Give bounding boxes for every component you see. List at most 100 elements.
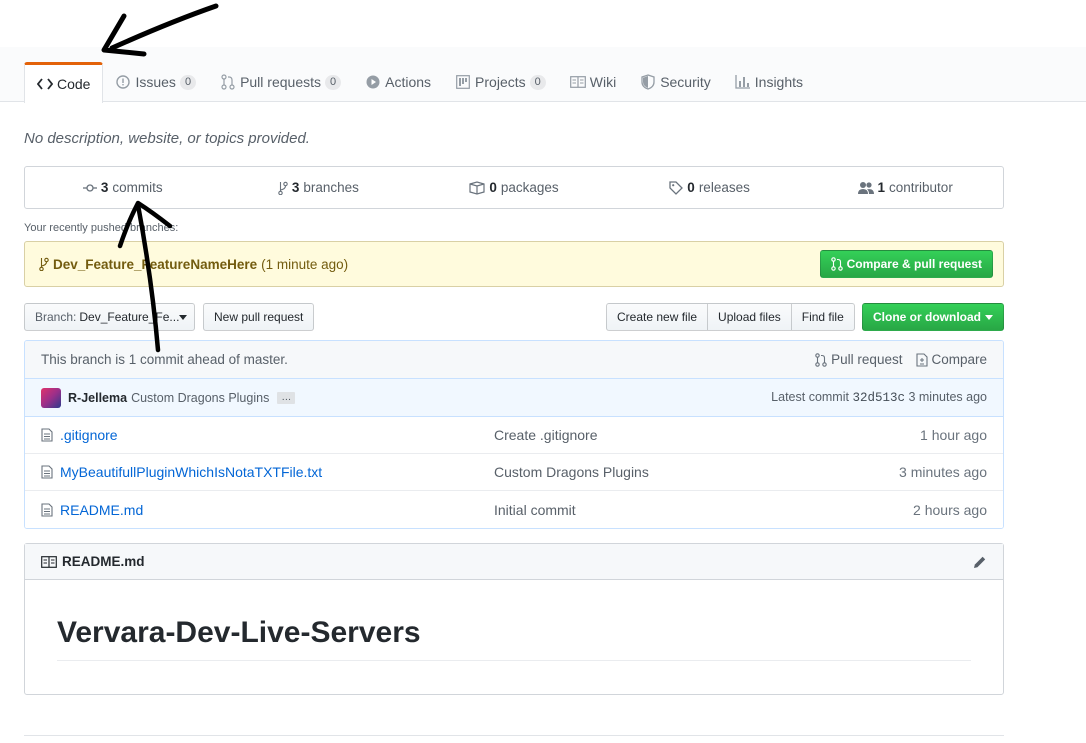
compare-link[interactable]: Compare	[916, 352, 987, 367]
branch-select-prefix: Branch:	[35, 310, 77, 324]
people-icon	[857, 181, 874, 195]
recent-branch-name[interactable]: Dev_Feature_FeatureNameHere	[53, 257, 257, 272]
readme-content: Vervara-Dev-Live-Servers	[25, 580, 1003, 661]
footer-divider	[24, 735, 1004, 736]
tab-label: Insights	[754, 74, 804, 90]
dropdown-caret-icon	[985, 314, 993, 320]
git-branch-icon	[278, 181, 288, 195]
readme-header: README.md	[25, 544, 1003, 580]
file-age: 3 minutes ago	[899, 464, 987, 480]
compare-label: Compare	[931, 352, 987, 367]
book-icon	[41, 555, 57, 568]
releases-count: 0	[687, 180, 695, 195]
releases-link[interactable]: 0 releases	[612, 180, 808, 195]
file-commit-message[interactable]: Custom Dragons Plugins	[494, 464, 649, 480]
branch-select-button[interactable]: Branch: Dev_Feature_Fe...	[24, 303, 195, 331]
create-new-file-button[interactable]: Create new file	[606, 303, 709, 331]
branches-label: branches	[303, 180, 359, 195]
contributors-count: 1	[877, 180, 886, 195]
tab-security[interactable]: Security	[628, 62, 723, 102]
file-navigation: Branch: Dev_Feature_Fe... New pull reque…	[24, 303, 1004, 332]
file-icon	[41, 428, 55, 442]
git-pull-request-icon	[815, 352, 827, 367]
tab-label: Code	[57, 76, 91, 92]
file-age: 2 hours ago	[913, 501, 987, 518]
packages-count: 0	[489, 180, 497, 195]
issue-opened-icon	[115, 74, 131, 90]
find-file-button[interactable]: Find file	[790, 303, 855, 331]
tab-wiki[interactable]: Wiki	[558, 62, 628, 102]
repo-description: No description, website, or topics provi…	[24, 130, 310, 147]
file-name-link[interactable]: README.md	[60, 502, 494, 518]
latest-commit-bar: R-Jellema Custom Dragons Plugins … Lates…	[25, 379, 1003, 417]
branches-count: 3	[291, 180, 300, 195]
branch-infobar: This branch is 1 commit ahead of master.…	[25, 341, 1003, 379]
git-pull-request-icon	[830, 257, 843, 271]
diff-icon	[916, 352, 929, 367]
readme-filename: README.md	[62, 554, 145, 569]
commit-age: 3 minutes ago	[908, 390, 987, 404]
tab-label: Security	[660, 74, 711, 90]
file-table: This branch is 1 commit ahead of master.…	[24, 340, 1004, 529]
tab-label: Projects	[475, 74, 526, 90]
compare-pull-request-label: Compare & pull request	[846, 257, 982, 271]
package-icon	[469, 180, 485, 195]
pencil-icon[interactable]	[973, 555, 987, 569]
recent-branch-banner: Dev_Feature_FeatureNameHere (1 minute ag…	[24, 241, 1004, 287]
branch-infobar-actions: Pull request Compare	[815, 352, 987, 367]
play-icon	[365, 74, 381, 90]
tab-issues[interactable]: Issues 0	[103, 62, 208, 102]
latest-commit-info: Latest commit 32d513c 3 minutes ago	[771, 390, 987, 405]
file-actions-group: Create new file Upload files Find file	[606, 303, 855, 331]
git-pull-request-icon	[220, 74, 236, 90]
file-icon	[41, 465, 55, 479]
tab-pull-requests[interactable]: Pull requests 0	[208, 62, 353, 102]
repo-nav-tabs: Code Issues 0 Pull requests 0 Actions Pr…	[24, 62, 815, 103]
file-name-link[interactable]: .gitignore	[60, 427, 494, 443]
tab-label: Wiki	[589, 74, 617, 90]
contributors-link[interactable]: 1 contributor	[807, 180, 1003, 195]
packages-link[interactable]: 0 packages	[416, 180, 612, 195]
commit-expand-button[interactable]: …	[277, 391, 296, 404]
table-row: .gitignore Create .gitignore 1 hour ago	[25, 417, 1003, 454]
recent-branches-label: Your recently pushed branches:	[24, 222, 179, 234]
commit-author[interactable]: R-Jellema	[68, 391, 127, 405]
table-row: MyBeautifullPluginWhichIsNotaTXTFile.txt…	[25, 454, 1003, 491]
projects-count-badge: 0	[529, 74, 546, 90]
file-age: 1 hour ago	[920, 427, 987, 443]
commits-link[interactable]: 3 commits	[25, 180, 221, 195]
tag-icon	[669, 180, 684, 195]
git-commit-icon	[82, 183, 97, 193]
commits-count: 3	[100, 180, 109, 195]
tab-actions[interactable]: Actions	[353, 62, 443, 102]
branches-link[interactable]: 3 branches	[221, 180, 417, 195]
commits-label: commits	[112, 180, 163, 195]
file-commit-message[interactable]: Create .gitignore	[494, 427, 598, 443]
commit-message[interactable]: Custom Dragons Plugins	[131, 391, 269, 405]
pull-request-link[interactable]: Pull request	[815, 352, 902, 367]
project-icon	[455, 74, 471, 90]
issues-count-badge: 0	[179, 74, 197, 90]
tab-code[interactable]: Code	[24, 62, 104, 103]
tab-label: Pull requests	[240, 74, 321, 90]
branch-select-value: Dev_Feature_Fe...	[79, 310, 180, 324]
contributors-label: contributor	[889, 180, 953, 195]
recent-branch-time: (1 minute ago)	[261, 256, 349, 272]
graph-icon	[735, 74, 751, 90]
file-commit-message[interactable]: Initial commit	[494, 502, 576, 518]
tab-projects[interactable]: Projects 0	[443, 62, 558, 102]
pull-request-label: Pull request	[831, 352, 903, 367]
tab-insights[interactable]: Insights	[723, 62, 815, 102]
avatar[interactable]	[41, 387, 61, 408]
git-branch-icon	[39, 257, 49, 271]
commit-sha-link[interactable]: 32d513c	[852, 391, 905, 405]
clone-or-download-button[interactable]: Clone or download	[862, 303, 1004, 331]
file-name-link[interactable]: MyBeautifullPluginWhichIsNotaTXTFile.txt	[60, 464, 494, 480]
code-icon	[37, 76, 53, 92]
new-pull-request-button[interactable]: New pull request	[203, 303, 315, 331]
upload-files-button[interactable]: Upload files	[707, 303, 792, 331]
compare-pull-request-button[interactable]: Compare & pull request	[819, 250, 993, 278]
book-icon	[569, 74, 586, 90]
readme-title: Vervara-Dev-Live-Servers	[57, 616, 971, 661]
packages-label: packages	[500, 180, 559, 195]
